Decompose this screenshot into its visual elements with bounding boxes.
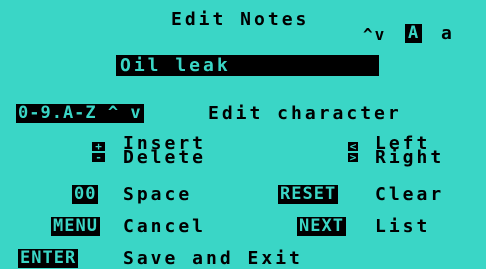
right-label: Right — [375, 147, 445, 168]
delete-key[interactable]: - — [92, 152, 105, 163]
edit-notes-screen: Edit Notes ^v A a Oil leak 0-9.A-Z ^ v E… — [0, 0, 486, 269]
clear-label: Clear — [375, 184, 445, 205]
menu-key[interactable]: MENU — [51, 217, 100, 236]
space-label: Space — [123, 184, 193, 205]
note-input[interactable]: Oil leak — [116, 55, 379, 76]
save-and-exit-label: Save and Exit — [123, 248, 303, 269]
delete-label: Delete — [123, 147, 207, 168]
enter-key[interactable]: ENTER — [18, 249, 79, 268]
next-key[interactable]: NEXT — [297, 217, 346, 236]
list-label: List — [375, 216, 431, 237]
reset-key[interactable]: RESET — [278, 185, 339, 204]
page-title: Edit Notes — [171, 9, 310, 30]
case-arrows-icon: ^v — [363, 25, 387, 44]
space-key[interactable]: 00 — [72, 185, 99, 204]
lower-case-key[interactable]: a — [441, 24, 455, 44]
right-key[interactable]: > — [348, 152, 358, 163]
left-key[interactable]: < — [348, 141, 358, 152]
edit-character-label: Edit character — [208, 103, 402, 124]
cancel-label: Cancel — [123, 216, 207, 237]
insert-key[interactable]: + — [92, 141, 105, 152]
edit-character-key[interactable]: 0-9.A-Z ^ v — [16, 104, 144, 123]
upper-case-key[interactable]: A — [405, 24, 423, 43]
note-input-value: Oil leak — [120, 55, 231, 76]
